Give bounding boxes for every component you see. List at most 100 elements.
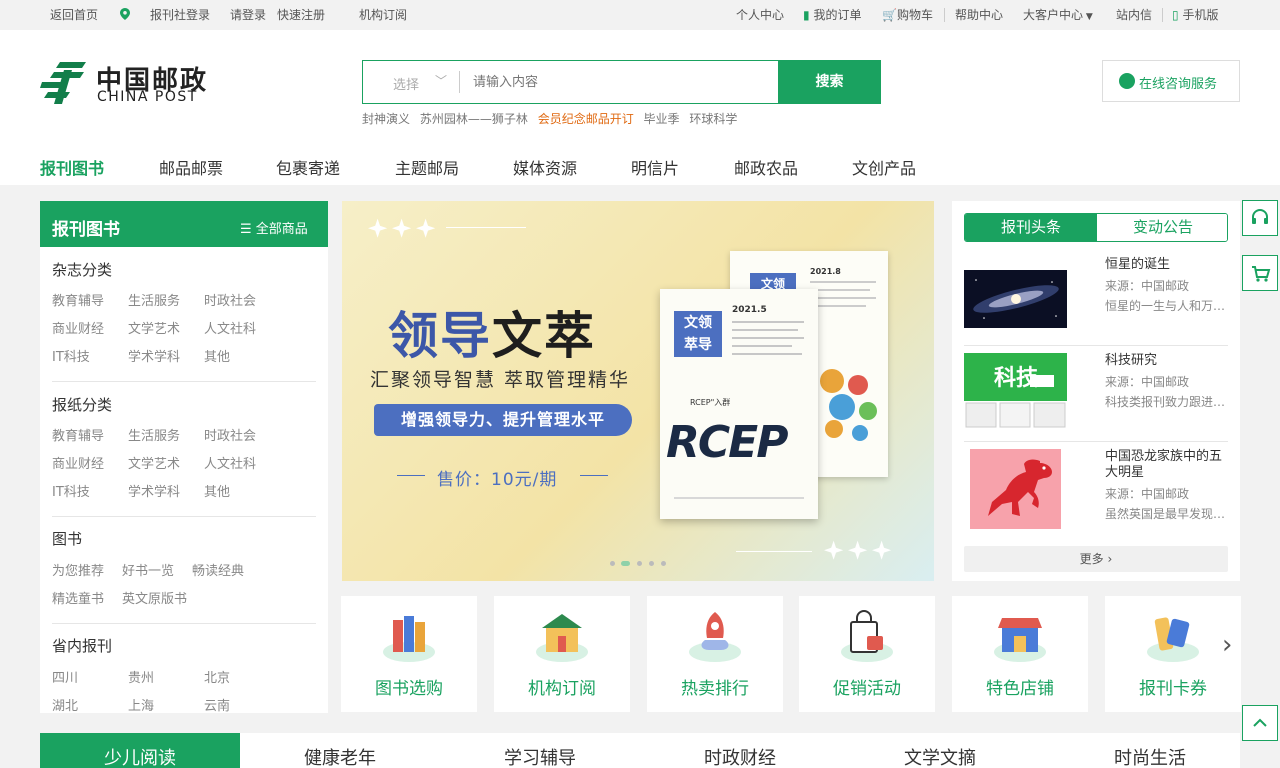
category-link[interactable]: 上海 xyxy=(128,695,154,713)
menu-icon: ☰ xyxy=(240,222,252,237)
news-item[interactable]: 科技 科技研究 来源：中国邮政 科技类报刊致力跟进… xyxy=(964,349,1228,437)
carousel-dot-active[interactable] xyxy=(621,561,630,566)
category-link[interactable]: IT科技 xyxy=(52,346,90,365)
hotword-link-highlight[interactable]: 会员纪念邮品开订 xyxy=(538,112,634,126)
category-link[interactable]: 贵州 xyxy=(128,667,154,686)
galaxy-thumbnail xyxy=(964,257,1067,333)
category-link[interactable]: 教育辅导 xyxy=(52,425,104,444)
category-link[interactable]: 北京 xyxy=(204,667,230,686)
hotword-link[interactable]: 封神演义 xyxy=(362,112,410,126)
tab-kids-reading[interactable]: 少儿阅读 xyxy=(40,733,240,768)
nav-item-postcards[interactable]: 明信片 xyxy=(631,155,679,179)
category-link[interactable]: 精选童书 xyxy=(52,588,104,607)
divider xyxy=(52,516,316,517)
text-line xyxy=(674,497,804,499)
back-to-top-button[interactable] xyxy=(1242,705,1278,741)
tab-fashion-life[interactable]: 时尚生活 xyxy=(1114,733,1186,768)
tab-politics-finance[interactable]: 时政财经 xyxy=(704,733,776,768)
quick-card-vouchers[interactable]: 报刊卡券 xyxy=(1105,596,1241,712)
big-client-link[interactable]: 大客户中心 ▼ xyxy=(1023,8,1093,24)
cart-float-button[interactable] xyxy=(1242,255,1278,291)
login-link[interactable]: 请登录 xyxy=(230,8,266,22)
category-link[interactable]: 文学艺术 xyxy=(128,453,180,472)
register-link[interactable]: 快速注册 xyxy=(277,8,325,22)
carousel-next-arrow-icon[interactable]: › xyxy=(1222,630,1232,660)
institution-subscribe-link[interactable]: 机构订阅 xyxy=(359,8,407,22)
messages-link[interactable]: 站内信 xyxy=(1116,8,1152,22)
my-orders-link[interactable]: ▮ 我的订单 xyxy=(803,8,861,22)
nav-item-farm-products[interactable]: 邮政农品 xyxy=(734,155,798,179)
nav-item-stamps[interactable]: 邮品邮票 xyxy=(159,155,223,179)
category-link[interactable]: 文学艺术 xyxy=(128,318,180,337)
all-products-link[interactable]: ☰ 全部商品 xyxy=(240,218,308,237)
category-link[interactable]: 时政社会 xyxy=(204,290,256,309)
help-center-link[interactable]: 帮助中心 xyxy=(955,8,1003,22)
hotword-link[interactable]: 环球科学 xyxy=(689,112,737,126)
category-link[interactable]: 生活服务 xyxy=(128,290,180,309)
quick-card-institution[interactable]: 机构订阅 xyxy=(494,596,630,712)
category-link[interactable]: 为您推荐 xyxy=(52,560,104,579)
news-item[interactable]: 中国恐龙家族中的五大明星 来源：中国邮政 虽然英国是最早发现… xyxy=(964,445,1228,533)
category-link[interactable]: 好书一览 xyxy=(122,560,174,579)
news-item[interactable]: 恒星的诞生 来源：中国邮政 恒星的一生与人和万… xyxy=(964,253,1228,341)
tech-magazine-thumbnail: 科技 xyxy=(964,353,1067,429)
customer-service-float-button[interactable] xyxy=(1242,200,1278,236)
nav-item-theme-post[interactable]: 主题邮局 xyxy=(395,155,459,179)
category-link[interactable]: IT科技 xyxy=(52,481,90,500)
tab-headlines[interactable]: 报刊头条 xyxy=(965,214,1097,241)
online-consult-button[interactable]: 在线咨询服务 xyxy=(1102,60,1240,102)
news-title: 中国恐龙家族中的五大明星 xyxy=(1105,449,1223,480)
more-news-button[interactable]: 更多 › xyxy=(964,546,1228,572)
search-button[interactable]: 搜索 xyxy=(778,60,881,104)
quick-card-hot-ranking[interactable]: 热卖排行 xyxy=(647,596,783,712)
personal-center-link[interactable]: 个人中心 xyxy=(736,8,784,22)
hotword-link[interactable]: 毕业季 xyxy=(644,112,680,126)
cart-icon: 🛒 xyxy=(882,8,897,22)
search-category-select[interactable]: 选择 ﹀ xyxy=(363,61,459,103)
china-post-logo-icon[interactable] xyxy=(40,58,88,106)
category-link[interactable]: 商业财经 xyxy=(52,318,104,337)
nav-item-parcels[interactable]: 包裹寄递 xyxy=(276,155,340,179)
category-link[interactable]: 畅读经典 xyxy=(192,560,244,579)
publisher-login-link[interactable]: 报刊社登录 xyxy=(150,8,210,22)
category-link[interactable]: 生活服务 xyxy=(128,425,180,444)
category-link[interactable]: 人文社科 xyxy=(204,318,256,337)
category-link[interactable]: 四川 xyxy=(52,667,78,686)
hotword-link[interactable]: 苏州园林——狮子林 xyxy=(420,112,528,126)
divider xyxy=(944,8,945,22)
cart-link[interactable]: 🛒购物车 xyxy=(882,8,933,22)
back-home-link[interactable]: 返回首页 xyxy=(50,8,98,22)
category-link[interactable]: 学术学科 xyxy=(128,481,180,500)
quick-card-featured-shops[interactable]: 特色店铺 xyxy=(952,596,1088,712)
category-link[interactable]: 商业财经 xyxy=(52,453,104,472)
category-link[interactable]: 英文原版书 xyxy=(122,588,187,607)
tab-health-elderly[interactable]: 健康老年 xyxy=(304,733,376,768)
carousel-dot[interactable] xyxy=(637,561,642,566)
tab-study-guidance[interactable]: 学习辅导 xyxy=(504,733,576,768)
nav-item-media[interactable]: 媒体资源 xyxy=(513,155,577,179)
quick-card-label: 热卖排行 xyxy=(681,679,749,699)
tab-announcements[interactable]: 变动公告 xyxy=(1097,214,1227,241)
nav-item-creative[interactable]: 文创产品 xyxy=(852,155,916,179)
carousel-dot[interactable] xyxy=(649,561,654,566)
tab-literature-digest[interactable]: 文学文摘 xyxy=(904,733,976,768)
category-link[interactable]: 其他 xyxy=(204,481,230,500)
category-link[interactable]: 人文社科 xyxy=(204,453,256,472)
category-link[interactable]: 时政社会 xyxy=(204,425,256,444)
category-link[interactable]: 云南 xyxy=(204,695,230,713)
quick-card-promotions[interactable]: 促销活动 xyxy=(799,596,935,712)
category-link[interactable]: 学术学科 xyxy=(128,346,180,365)
category-link[interactable]: 教育辅导 xyxy=(52,290,104,309)
banner-title: 领导文萃 xyxy=(388,307,596,365)
text-line xyxy=(810,297,876,299)
mobile-link[interactable]: ▯ 手机版 xyxy=(1172,8,1218,22)
nav-item-periodicals[interactable]: 报刊图书 xyxy=(40,155,104,179)
search-input[interactable] xyxy=(473,69,763,95)
location-icon[interactable] xyxy=(120,8,130,23)
category-link[interactable]: 其他 xyxy=(204,346,230,365)
carousel-dot[interactable] xyxy=(610,561,615,566)
carousel-dot[interactable] xyxy=(661,561,666,566)
quick-card-book-selection[interactable]: 图书选购 xyxy=(341,596,477,712)
hero-banner[interactable]: 领导文萃 汇聚领导智慧 萃取管理精华 增强领导力、提升管理水平 售价：10元/期… xyxy=(342,201,934,581)
category-link[interactable]: 湖北 xyxy=(52,695,78,713)
